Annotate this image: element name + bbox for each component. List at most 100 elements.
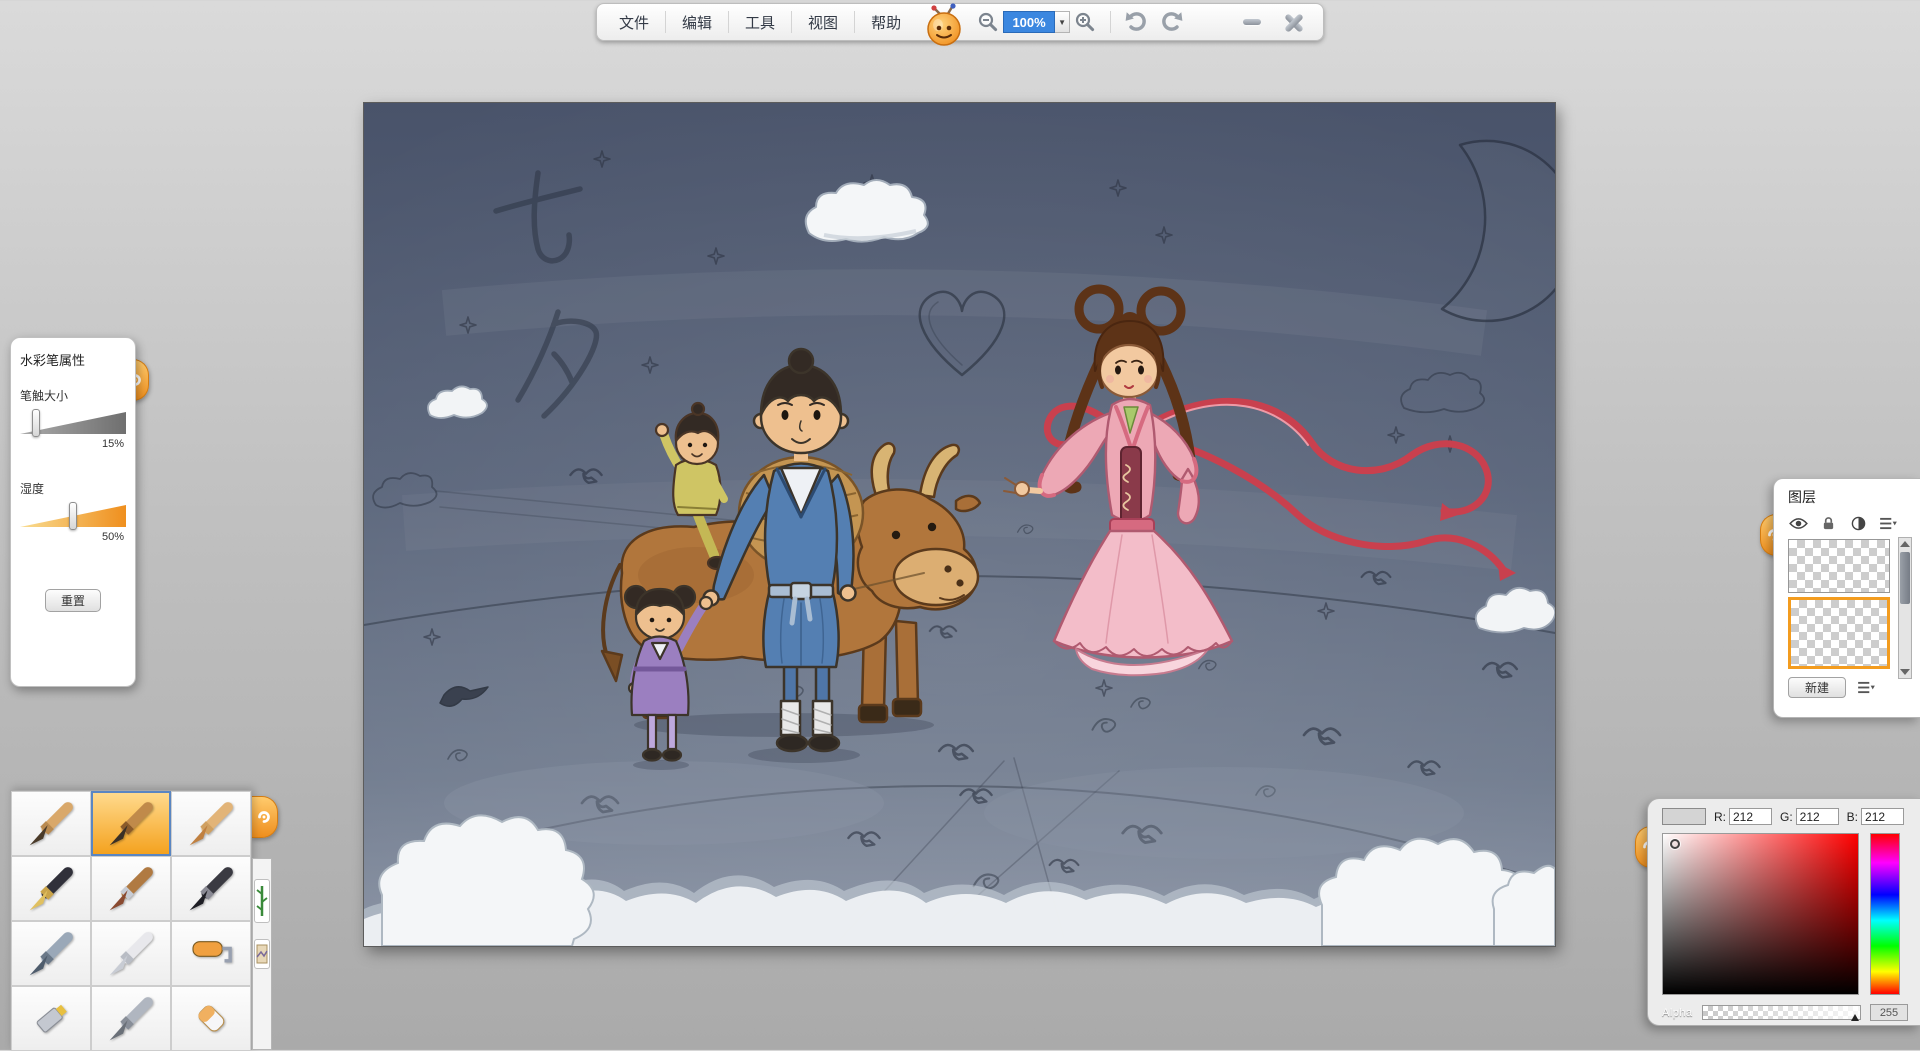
texture-icon	[256, 944, 268, 964]
brush-size-slider[interactable]	[20, 412, 126, 434]
redo-button[interactable]	[1157, 7, 1187, 37]
zoom-out-button[interactable]	[973, 7, 1003, 37]
layers-scrollbar[interactable]	[1898, 537, 1912, 679]
scroll-down-icon[interactable]	[1900, 669, 1910, 675]
brush-marker[interactable]	[91, 986, 171, 1051]
window-buttons	[1237, 7, 1315, 37]
layer-options-button[interactable]	[1856, 680, 1876, 696]
layer-lock-button[interactable]	[1818, 515, 1838, 531]
alpha-input[interactable]	[1870, 1004, 1908, 1021]
brush-size-label: 笔触大小	[20, 387, 126, 404]
r-input[interactable]	[1729, 808, 1772, 825]
layers-toolbar	[1788, 514, 1916, 532]
new-layer-button[interactable]: 新建	[1788, 677, 1846, 698]
bamboo-texture-button[interactable]	[254, 879, 270, 923]
alpha-label: Alpha	[1662, 1007, 1693, 1019]
layers-bottom-bar: 新建	[1788, 677, 1916, 698]
layer-visibility-button[interactable]	[1788, 515, 1808, 531]
zoom-level-input[interactable]	[1003, 11, 1055, 33]
close-button[interactable]	[1279, 7, 1309, 37]
menu-tools[interactable]: 工具	[731, 4, 789, 40]
blend-icon	[1851, 516, 1866, 531]
color-picker-panel: R: G: B: Alpha	[1647, 798, 1920, 1026]
rgb-row: R: G: B:	[1662, 808, 1908, 825]
sv-cursor[interactable]	[1670, 839, 1680, 849]
current-color-swatch	[1662, 808, 1706, 825]
brush-oil-brush[interactable]	[91, 856, 171, 921]
b-label: B:	[1847, 810, 1858, 824]
layer-thumbnail-2[interactable]	[1788, 597, 1890, 669]
lock-icon	[1822, 516, 1835, 531]
palette-side-strip	[252, 858, 272, 1050]
brush-size-value: 15%	[20, 438, 126, 450]
brush-grid	[10, 790, 252, 1050]
eye-icon	[1789, 517, 1808, 530]
menu-file[interactable]: 文件	[605, 4, 663, 40]
brush-ink-brush[interactable]	[171, 856, 251, 921]
alpha-slider[interactable]	[1702, 1005, 1861, 1020]
menu-help[interactable]: 帮助	[857, 4, 915, 40]
close-icon	[1284, 12, 1304, 32]
brush-palette-collapse-tab[interactable]	[251, 796, 278, 838]
bamboo-icon	[256, 884, 268, 918]
zoom-dropdown-caret[interactable]: ▼	[1055, 11, 1070, 33]
layer-menu-button[interactable]	[1878, 515, 1898, 531]
brush-fountain-pen[interactable]	[11, 856, 91, 921]
brush-properties-panel: 水彩笔属性 笔触大小 15% 湿度 50% 重置	[10, 337, 136, 687]
b-input[interactable]	[1861, 808, 1904, 825]
zoom-in-icon	[1074, 11, 1096, 33]
menu-view[interactable]: 视图	[794, 4, 852, 40]
wetness-slider[interactable]	[20, 505, 126, 527]
menu-edit[interactable]: 编辑	[668, 4, 726, 40]
panel-handle-icon	[255, 808, 273, 826]
layers-panel: 图层	[1773, 478, 1920, 718]
painting-canvas[interactable]	[364, 103, 1555, 946]
brush-airbrush[interactable]	[11, 921, 91, 986]
toolbar-separator	[665, 11, 666, 33]
redo-icon	[1159, 9, 1185, 35]
layer-menu-icon	[1880, 517, 1897, 530]
scroll-up-icon[interactable]	[1900, 541, 1910, 547]
reset-button[interactable]: 重置	[45, 589, 101, 612]
texture-swatch-button[interactable]	[254, 939, 270, 969]
toolbar-separator	[728, 11, 729, 33]
undo-icon	[1123, 9, 1149, 35]
layers-title: 图层	[1788, 487, 1916, 507]
top-toolbar: 文件 编辑 工具 视图 帮助 ▼	[596, 3, 1324, 41]
wetness-value: 50%	[20, 531, 126, 543]
brush-paint-tube[interactable]	[11, 986, 91, 1051]
brush-properties-title: 水彩笔属性	[20, 350, 126, 369]
brush-palette-knife[interactable]	[91, 921, 171, 986]
wetness-handle[interactable]	[69, 502, 77, 530]
alpha-row: Alpha	[1662, 1004, 1908, 1021]
minimize-button[interactable]	[1237, 7, 1267, 37]
brush-paint-roller[interactable]	[171, 921, 251, 986]
r-label: R:	[1714, 810, 1726, 824]
layer-list	[1788, 539, 1890, 669]
brush-eraser[interactable]	[171, 986, 251, 1051]
brush-size-handle[interactable]	[32, 409, 40, 437]
brush-pencil[interactable]	[11, 791, 91, 856]
alpha-marker[interactable]	[1851, 1014, 1859, 1021]
saturation-value-box[interactable]	[1662, 833, 1859, 995]
wetness-label: 湿度	[20, 480, 126, 497]
layer-menu-icon	[1858, 681, 1875, 694]
app-window: { "toolbar": { "menu": [ {"label": "文件"}…	[0, 0, 1920, 1050]
zoom-out-icon	[977, 11, 999, 33]
toolbar-separator	[791, 11, 792, 33]
toolbar-separator	[1110, 11, 1111, 33]
app-logo-icon[interactable]	[921, 2, 967, 50]
undo-button[interactable]	[1121, 7, 1151, 37]
g-input[interactable]	[1796, 808, 1839, 825]
layer-blend-button[interactable]	[1848, 515, 1868, 531]
g-label: G:	[1780, 810, 1793, 824]
toolbar-separator	[854, 11, 855, 33]
layer-thumbnail-1[interactable]	[1788, 539, 1890, 593]
zoom-in-button[interactable]	[1070, 7, 1100, 37]
color-picker-main	[1662, 833, 1908, 995]
minimize-icon	[1243, 19, 1261, 25]
scrollbar-thumb[interactable]	[1900, 552, 1910, 604]
brush-watercolor-brush[interactable]	[91, 791, 171, 856]
hue-bar[interactable]	[1870, 833, 1900, 995]
brush-crayon[interactable]	[171, 791, 251, 856]
